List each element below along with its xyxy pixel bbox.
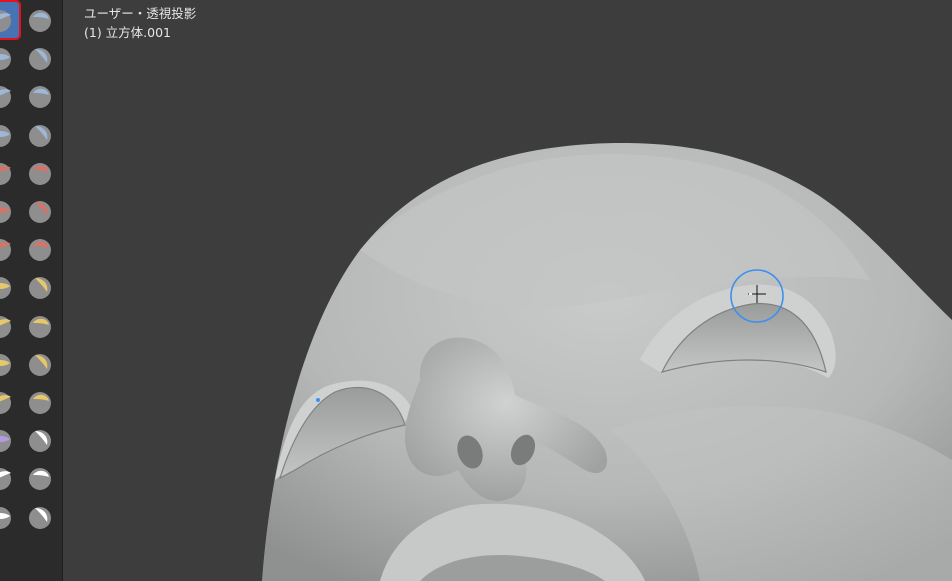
- flatten-brush-tool[interactable]: [0, 193, 19, 229]
- rotate-brush-icon: [29, 392, 51, 414]
- clay-thumb-brush-tool[interactable]: [0, 78, 19, 114]
- grab-brush-icon: [29, 277, 51, 300]
- pinch-brush-tool[interactable]: [0, 269, 19, 305]
- nudge-brush-icon: [0, 392, 11, 414]
- crease-brush-icon: [0, 162, 11, 185]
- smooth-brush-tool[interactable]: [21, 155, 59, 191]
- blob-brush-tool[interactable]: [21, 117, 59, 153]
- pinch-brush-icon: [0, 277, 11, 300]
- simplify-brush-icon: [29, 468, 51, 491]
- draw-sharp-brush-tool[interactable]: [21, 2, 59, 38]
- boundary-brush-tool[interactable]: [21, 422, 59, 458]
- grab-brush-tool[interactable]: [21, 269, 59, 305]
- snake-hook-brush-icon: [29, 315, 51, 338]
- elastic-deform-brush-icon: [0, 315, 11, 338]
- smooth-brush-icon: [29, 162, 51, 185]
- clay-thumb-brush-icon: [0, 86, 11, 109]
- scrape-brush-tool[interactable]: [0, 231, 19, 267]
- cloth-brush-tool[interactable]: [0, 460, 19, 496]
- crease-brush-tool[interactable]: [0, 155, 19, 191]
- inflate-brush-icon: [0, 124, 11, 147]
- mask-brush-icon: [0, 506, 11, 529]
- draw-brush-tool[interactable]: [0, 0, 21, 40]
- thumb-brush-icon: [0, 353, 11, 376]
- clay-strips-brush-tool[interactable]: [21, 40, 59, 76]
- vertex-marker: [316, 398, 320, 402]
- draw-face-sets-brush-tool[interactable]: [21, 499, 59, 535]
- scrape-brush-icon: [0, 239, 11, 262]
- multiplane-scrape-brush-tool[interactable]: [21, 231, 59, 267]
- layer-brush-icon: [29, 86, 51, 109]
- sculpt-mesh-render[interactable]: [63, 0, 952, 581]
- flatten-brush-icon: [0, 201, 11, 223]
- inflate-brush-tool[interactable]: [0, 117, 19, 153]
- elastic-deform-brush-tool[interactable]: [0, 308, 19, 344]
- boundary-brush-icon: [29, 430, 51, 453]
- slide-relax-brush-icon: [0, 430, 11, 453]
- clay-brush-tool[interactable]: [0, 40, 19, 76]
- clay-strips-brush-icon: [29, 48, 51, 71]
- thumb-brush-tool[interactable]: [0, 346, 19, 382]
- snake-hook-brush-tool[interactable]: [21, 308, 59, 344]
- sculpt-toolbar: [0, 0, 63, 581]
- mask-brush-tool[interactable]: [0, 499, 19, 535]
- cloth-brush-icon: [0, 468, 11, 491]
- fill-brush-icon: [29, 201, 51, 223]
- nudge-brush-tool[interactable]: [0, 384, 19, 420]
- multiplane-scrape-brush-icon: [29, 239, 51, 262]
- rotate-brush-tool[interactable]: [21, 384, 59, 420]
- draw-face-sets-brush-icon: [29, 506, 51, 529]
- pose-brush-tool[interactable]: [21, 346, 59, 382]
- clay-brush-icon: [0, 48, 11, 71]
- layer-brush-tool[interactable]: [21, 78, 59, 114]
- slide-relax-brush-tool[interactable]: [0, 422, 19, 458]
- 3d-viewport[interactable]: ユーザー・透視投影 (1) 立方体.001: [63, 0, 952, 581]
- view-label: ユーザー・透視投影: [84, 6, 197, 21]
- fill-brush-tool[interactable]: [21, 193, 59, 229]
- draw-sharp-brush-icon: [29, 10, 51, 32]
- pose-brush-icon: [29, 353, 51, 376]
- simplify-brush-tool[interactable]: [21, 460, 59, 496]
- draw-brush-icon: [0, 10, 11, 32]
- object-label: (1) 立方体.001: [84, 25, 172, 40]
- viewport-header: ユーザー・透視投影 (1) 立方体.001: [84, 4, 196, 42]
- blob-brush-icon: [29, 124, 51, 147]
